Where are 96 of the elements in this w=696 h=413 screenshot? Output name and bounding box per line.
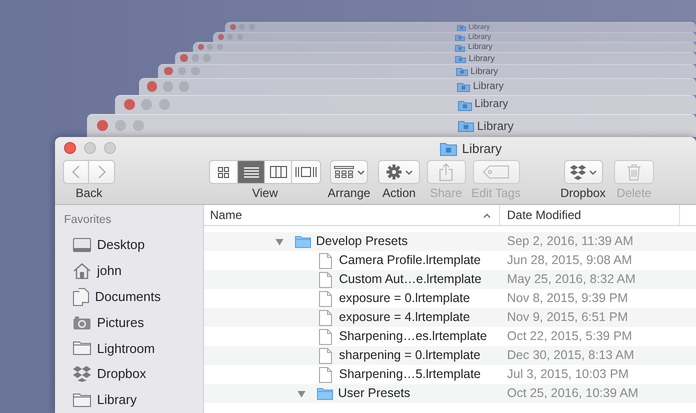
file-name[interactable]: Custom Aut…e.lrtemplate [339, 270, 482, 289]
menu-button[interactable] [378, 160, 420, 184]
disclosure-triangle-icon[interactable] [297, 390, 306, 398]
sidebar-item[interactable]: Documents [95, 286, 161, 306]
house-icon [73, 262, 91, 279]
date-modified: Dec 30, 2015, 8:13 AM [506, 347, 634, 364]
gear-icon [386, 164, 402, 180]
minimize-button[interactable] [141, 99, 152, 110]
trash-icon [627, 164, 641, 180]
folder-icon [456, 23, 466, 31]
close-button[interactable] [146, 81, 157, 92]
folder-icon [73, 341, 91, 356]
sidebar-item[interactable]: john [97, 261, 122, 281]
minimize-button[interactable] [114, 120, 126, 131]
sidebar-heading: Favorites [64, 213, 112, 228]
disclosure-triangle-icon[interactable] [275, 238, 284, 246]
folder-icon [456, 66, 468, 76]
sidebar-item[interactable]: Desktop [97, 235, 145, 255]
column-header[interactable]: Name [204, 205, 500, 225]
date-modified: Jul 3, 2015, 10:03 PM [506, 366, 629, 384]
camera-icon [73, 316, 91, 330]
menu-button[interactable] [564, 160, 602, 184]
toolbar-label: View [252, 186, 278, 200]
sidebar-item[interactable]: Library [97, 390, 137, 410]
diamonds-icon [570, 164, 586, 180]
date-modified: Oct 22, 2015, 5:39 PM [506, 328, 632, 346]
sidebar-item[interactable]: Dropbox [97, 364, 146, 384]
window-title: Library [468, 54, 495, 62]
folder-icon [454, 54, 466, 62]
close-button[interactable] [97, 120, 108, 131]
window-title: Library [470, 66, 498, 76]
window-title: Library [468, 43, 492, 51]
forward-button[interactable] [89, 160, 115, 184]
folder-icon [455, 42, 465, 52]
close-button[interactable] [124, 99, 135, 110]
close-button[interactable] [64, 142, 76, 154]
sidebar-item[interactable]: Pictures [97, 312, 144, 332]
file-name[interactable]: exposure = 0.lrtemplate [339, 289, 470, 308]
folder-icon [458, 119, 474, 132]
grid-icon [334, 166, 354, 178]
chevron-down-icon [356, 170, 364, 174]
date-modified: Jun 28, 2015, 9:08 AM [506, 252, 632, 270]
minimize-button[interactable] [84, 142, 96, 154]
toolbar-label: Back [76, 186, 102, 200]
file-name[interactable]: Camera Profile.lrtemplate [339, 251, 481, 270]
date-modified: Nov 9, 2015, 6:51 PM [506, 309, 628, 326]
toolbar-label: Action [382, 186, 416, 200]
folder-icon [455, 33, 466, 41]
sort-caret-icon [483, 212, 491, 218]
minimize-button[interactable] [162, 81, 174, 92]
list-icon [244, 166, 258, 178]
date-modified: May 25, 2016, 8:32 AM [506, 271, 636, 288]
file-name[interactable]: Sharpening…5.lrtemplate [339, 365, 481, 384]
folder-icon [295, 235, 311, 248]
window-title: Library [477, 120, 514, 132]
chevron-down-icon [588, 170, 596, 174]
back-button[interactable] [63, 160, 89, 184]
toolbar-label: Dropbox [560, 186, 606, 200]
toolbar-label: Arrange [328, 186, 370, 200]
columns-icon [270, 166, 286, 178]
file-name[interactable]: exposure = 4.lrtemplate [339, 308, 470, 327]
screen-icon [73, 238, 91, 252]
chevron-down-icon [404, 170, 412, 174]
zoom-button[interactable] [158, 99, 170, 110]
zoom-button[interactable] [132, 120, 144, 131]
column-header[interactable]: Date Modified [500, 205, 680, 225]
window-title: Library [474, 99, 508, 110]
close-button[interactable] [198, 44, 204, 50]
file-name[interactable]: sharpening = 0.lrtemplate [339, 346, 480, 365]
folder-icon [458, 98, 472, 110]
folder-icon [317, 387, 333, 400]
date-modified: Sep 2, 2016, 11:39 AM [506, 233, 634, 250]
sidebar-item[interactable]: Lightroom [97, 338, 155, 358]
folder-icon [457, 81, 470, 92]
view-mode-button[interactable] [237, 161, 264, 183]
folder-icon [73, 393, 91, 408]
diamonds-icon [73, 366, 91, 382]
chevron-right-icon [98, 165, 106, 179]
date-modified: Oct 25, 2016, 10:39 AM [506, 385, 638, 402]
minimize-button[interactable] [207, 44, 214, 50]
window-title: Library [473, 82, 504, 92]
file-name[interactable]: Develop Presets [316, 232, 408, 251]
menu-button[interactable] [330, 160, 368, 184]
zoom-button[interactable] [104, 142, 116, 154]
file-name[interactable]: User Presets [338, 384, 410, 403]
documents-icon [73, 288, 89, 306]
share-icon [439, 163, 453, 181]
file-name[interactable]: Sharpening…es.lrtemplate [339, 327, 487, 346]
date-modified: Nov 8, 2015, 9:39 PM [506, 290, 628, 308]
folder-icon [440, 141, 457, 156]
gallery-icon [295, 166, 317, 178]
tag-icon [483, 165, 509, 179]
chevron-left-icon [72, 165, 80, 179]
zoom-button[interactable] [179, 81, 190, 92]
window-title: Library [462, 140, 502, 158]
grid-icon [218, 166, 229, 178]
